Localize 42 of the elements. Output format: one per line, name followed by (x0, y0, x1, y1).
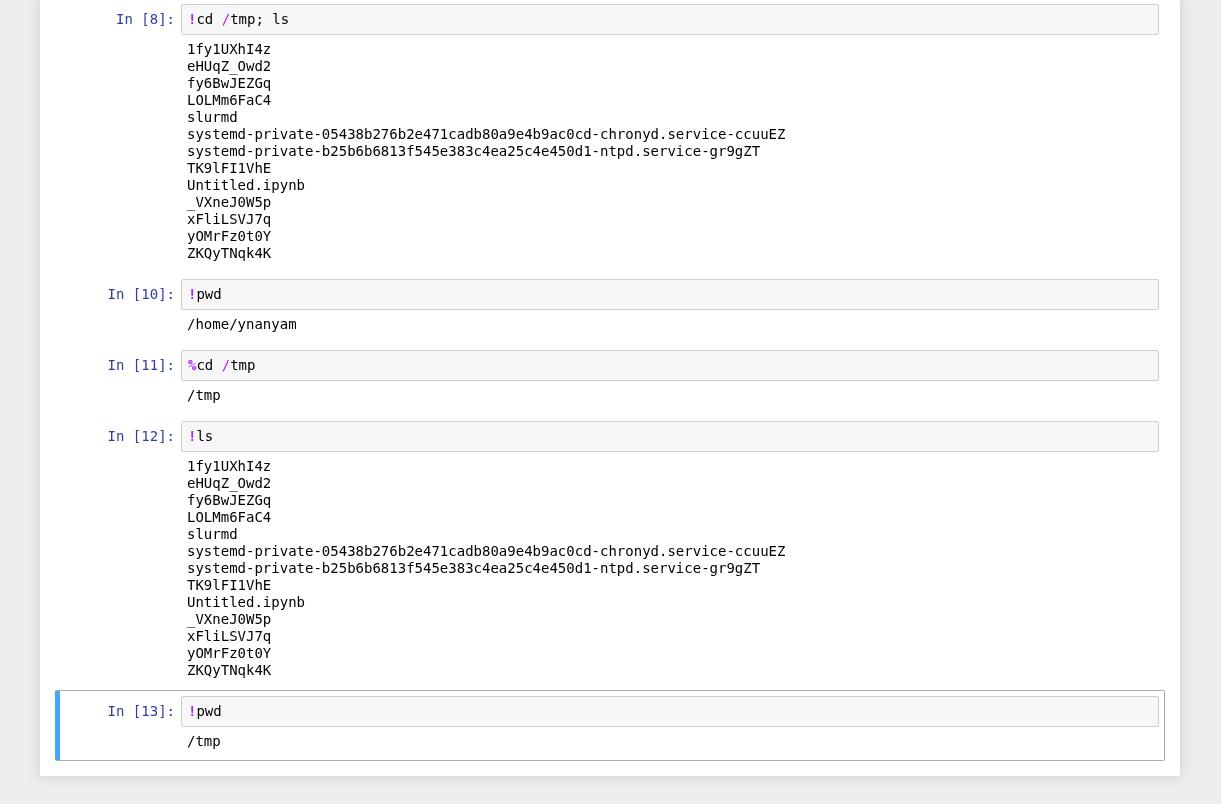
code-input[interactable]: !pwd (181, 696, 1159, 727)
output-line: Untitled.ipynb (187, 177, 305, 194)
code-input[interactable]: !ls (181, 421, 1159, 452)
output-line: 1fy1UXhI4z (187, 41, 272, 58)
output-line: yOMrFz0t0Y (187, 645, 272, 662)
output-line: fy6BwJEZGq (187, 75, 272, 92)
input-prompt: In [11]: (106, 356, 175, 375)
output-line: _VXneJ0W5p (187, 611, 272, 628)
code-input[interactable]: !cd /tmp; ls (181, 4, 1159, 35)
output-line: slurmd (187, 109, 238, 126)
output-line: Untitled.ipynb (187, 594, 305, 611)
notebook-cell[interactable]: In [11]: %cd /tmp /tmp (55, 344, 1165, 415)
input-prompt: In [10]: (106, 285, 175, 304)
output-line: systemd-private-b25b6b6813f545e383c4ea25c4e450d1-ntpd.service-gr9gZT (187, 560, 761, 577)
output-line: 1fy1UXhI4z (187, 458, 272, 475)
output-line: LOLMm6FaC4 (187, 509, 272, 526)
output-line: eHUqZ_Owd2 (187, 475, 272, 492)
input-prompt: In [12]: (106, 427, 175, 446)
output-line: systemd-private-05438b276b2e471cadb80a9e4b9ac0cd-chronyd.service-ccuuEZ (187, 126, 786, 143)
output-line: /tmp (187, 387, 221, 404)
output-line: eHUqZ_Owd2 (187, 58, 272, 75)
output-line: TK9lFI1VhE (187, 577, 272, 594)
output-line: slurmd (187, 526, 238, 543)
output-line: systemd-private-b25b6b6813f545e383c4ea25c4e450d1-ntpd.service-gr9gZT (187, 143, 761, 160)
notebook-cell[interactable]: In [13]: !pwd /tmp (55, 690, 1165, 761)
output-line: systemd-private-05438b276b2e471cadb80a9e4b9ac0cd-chronyd.service-ccuuEZ (187, 543, 786, 560)
code-input[interactable]: %cd /tmp (181, 350, 1159, 381)
output-line: xFliLSVJ7q (187, 211, 272, 228)
output-line: yOMrFz0t0Y (187, 228, 272, 245)
notebook-cell[interactable]: In [10]: !pwd /home/ynanyam (55, 273, 1165, 344)
output-line: LOLMm6FaC4 (187, 92, 272, 109)
output-line: _VXneJ0W5p (187, 194, 272, 211)
output-line: xFliLSVJ7q (187, 628, 272, 645)
output-line: ZKQyTNqk4K (187, 662, 272, 679)
output-line: /tmp (187, 733, 221, 750)
input-prompt: In [13]: (106, 702, 175, 721)
output-line: ZKQyTNqk4K (187, 245, 272, 262)
output-line: fy6BwJEZGq (187, 492, 272, 509)
code-input[interactable]: !pwd (181, 279, 1159, 310)
output-line: /home/ynanyam (187, 316, 297, 333)
input-prompt: In [8]: (115, 10, 175, 29)
output-line: TK9lFI1VhE (187, 160, 272, 177)
